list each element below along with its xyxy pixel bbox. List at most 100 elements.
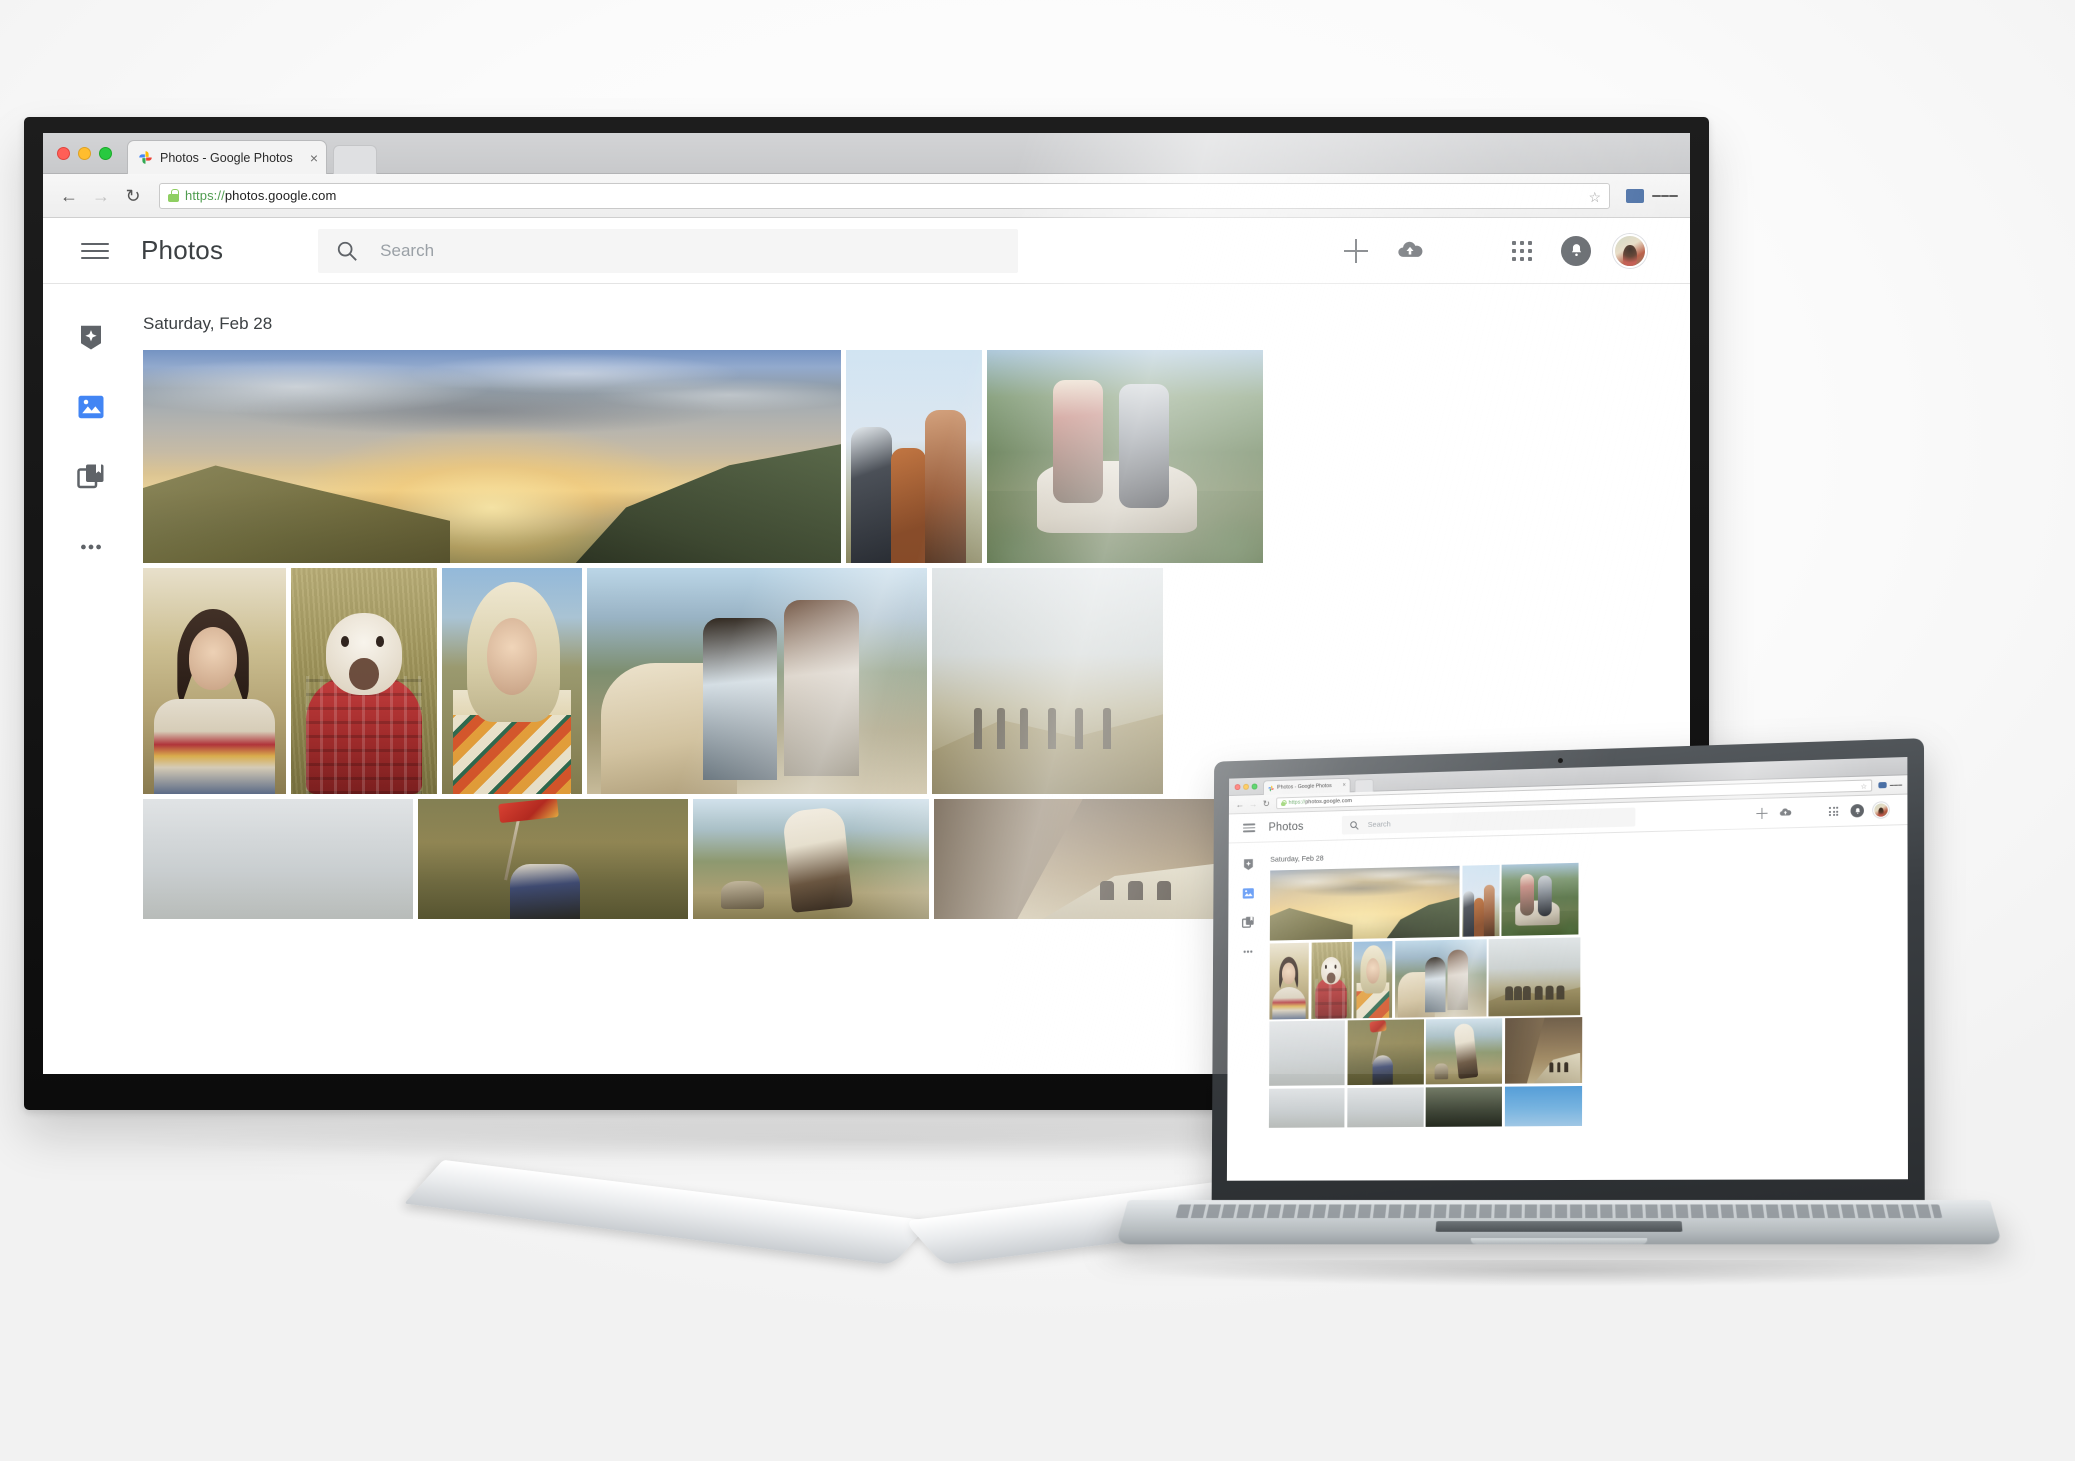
reload-button[interactable]: ↻: [1260, 797, 1272, 810]
photo-hillside-faded[interactable]: [143, 799, 413, 919]
sidebar-item-collections[interactable]: [74, 460, 108, 494]
app-header: Photos Search: [43, 218, 1690, 284]
photo-red-flag[interactable]: [1346, 1019, 1424, 1086]
avatar: [1873, 802, 1889, 818]
search-placeholder: Search: [380, 240, 435, 260]
cast-icon: [1626, 188, 1644, 203]
photo-woman-blanket[interactable]: [143, 568, 286, 794]
sidebar-item-more[interactable]: [74, 530, 108, 564]
forward-button[interactable]: →: [87, 182, 115, 210]
browser-menu-button[interactable]: [1889, 778, 1903, 791]
sidebar-item-assistant[interactable]: [1241, 856, 1255, 871]
sidebar-item-photos[interactable]: [1241, 885, 1255, 900]
account-avatar[interactable]: [1869, 798, 1893, 822]
bookmark-star-icon[interactable]: ☆: [1588, 189, 1601, 206]
address-bar-url: https://photos.google.com: [1289, 798, 1353, 806]
window-controls[interactable]: [57, 147, 112, 160]
sidebar-rail: [1226, 842, 1269, 1181]
create-new-button[interactable]: [1750, 802, 1773, 826]
main-menu-button[interactable]: [1242, 821, 1256, 834]
photo-sunset-panorama[interactable]: [143, 350, 841, 563]
photo-canyon-trail[interactable]: [1504, 1017, 1582, 1084]
laptop-lid-notch: [1470, 1238, 1648, 1245]
browser-menu-button[interactable]: [1652, 183, 1679, 209]
window-controls[interactable]: [1234, 783, 1257, 790]
cast-button[interactable]: [1876, 779, 1888, 792]
photo-dog-red-blanket[interactable]: [291, 568, 437, 794]
avatar: [1613, 233, 1647, 268]
close-tab-button[interactable]: ×: [1341, 783, 1345, 789]
menu-line: [81, 249, 109, 252]
photo-sunset-panorama[interactable]: [1269, 865, 1460, 941]
photo-dog-red-blanket[interactable]: [1310, 941, 1352, 1019]
bookmark-star-icon[interactable]: ☆: [1861, 783, 1867, 791]
notifications-button[interactable]: [1845, 799, 1869, 823]
photo-hikers-on-rock[interactable]: [987, 350, 1263, 563]
maximize-window-button[interactable]: [1251, 783, 1257, 790]
main-menu-button[interactable]: [81, 238, 109, 264]
lock-icon: [168, 189, 179, 202]
page-title: Photos: [1268, 820, 1304, 834]
new-tab-button[interactable]: [1354, 778, 1374, 793]
sidebar-item-more[interactable]: [1241, 944, 1255, 959]
sidebar-item-collections[interactable]: [1241, 915, 1255, 930]
address-bar[interactable]: https://photos.google.com ☆: [159, 182, 1610, 209]
photo-group-kneeling[interactable]: [1461, 864, 1500, 937]
plus-icon: [1756, 808, 1767, 819]
browser-tab[interactable]: Photos - Google Photos ×: [127, 140, 327, 174]
photo-two-women-dog[interactable]: [587, 568, 927, 794]
google-apps-button[interactable]: [1496, 225, 1548, 277]
laptop-shadow: [1138, 1260, 1978, 1286]
cast-button[interactable]: [1622, 183, 1648, 209]
photo-hillside-faded[interactable]: [1269, 1020, 1345, 1086]
forward-button[interactable]: →: [1247, 798, 1259, 811]
search-input[interactable]: Search: [1341, 807, 1636, 835]
reload-button[interactable]: ↻: [119, 182, 147, 210]
close-window-button[interactable]: [57, 147, 70, 160]
close-window-button[interactable]: [1234, 784, 1240, 790]
cloud-upload-icon: [1779, 808, 1792, 816]
photo-two-women-dog[interactable]: [1394, 938, 1487, 1018]
photo-row4-d[interactable]: [1504, 1085, 1582, 1126]
close-tab-button[interactable]: ×: [304, 151, 318, 165]
minimize-window-button[interactable]: [78, 147, 91, 160]
browser-tab-strip: Photos - Google Photos ×: [43, 133, 1690, 174]
laptop-trackpad[interactable]: [1435, 1221, 1683, 1232]
notifications-button[interactable]: [1550, 225, 1602, 277]
photo-woman-hood[interactable]: [1353, 940, 1393, 1018]
header-actions: [1750, 798, 1907, 826]
photo-hikers-on-rock[interactable]: [1501, 862, 1579, 936]
laptop-keyboard[interactable]: [1175, 1204, 1943, 1219]
photo-row4-b[interactable]: [1346, 1086, 1424, 1127]
upload-button[interactable]: [1384, 225, 1436, 277]
back-button[interactable]: ←: [55, 182, 83, 210]
laptop-device: Photos - Google Photos × ← → ↻ https://p…: [1098, 738, 2018, 1308]
menu-line: [1242, 830, 1256, 833]
sidebar-item-photos[interactable]: [74, 390, 108, 424]
url-scheme: https://: [185, 188, 225, 203]
photo-red-flag[interactable]: [418, 799, 688, 919]
photo-woman-hood[interactable]: [442, 568, 582, 794]
back-button[interactable]: ←: [1234, 798, 1246, 811]
photo-jumping-blanket[interactable]: [1425, 1018, 1503, 1085]
photo-row4-a[interactable]: [1268, 1087, 1345, 1128]
maximize-window-button[interactable]: [99, 147, 112, 160]
google-apps-button[interactable]: [1822, 799, 1846, 823]
plus-icon: [1344, 238, 1368, 263]
photo-jumping-blanket[interactable]: [693, 799, 929, 919]
create-new-button[interactable]: [1330, 225, 1382, 277]
account-avatar[interactable]: [1604, 225, 1656, 277]
menu-line: [1242, 827, 1256, 829]
url-host: photos.google.com: [1305, 798, 1353, 806]
sidebar-item-assistant[interactable]: [74, 320, 108, 354]
photo-woman-blanket[interactable]: [1269, 942, 1309, 1020]
photo-group-kneeling[interactable]: [846, 350, 982, 563]
photo-row4-c[interactable]: [1425, 1086, 1503, 1127]
collections-book-icon: [1241, 915, 1254, 929]
search-input[interactable]: Search: [318, 228, 1019, 273]
photo-hills-people[interactable]: [1488, 936, 1581, 1016]
cloud-upload-icon: [1398, 241, 1423, 257]
new-tab-button[interactable]: [333, 145, 377, 174]
upload-button[interactable]: [1774, 801, 1797, 825]
minimize-window-button[interactable]: [1243, 783, 1249, 790]
